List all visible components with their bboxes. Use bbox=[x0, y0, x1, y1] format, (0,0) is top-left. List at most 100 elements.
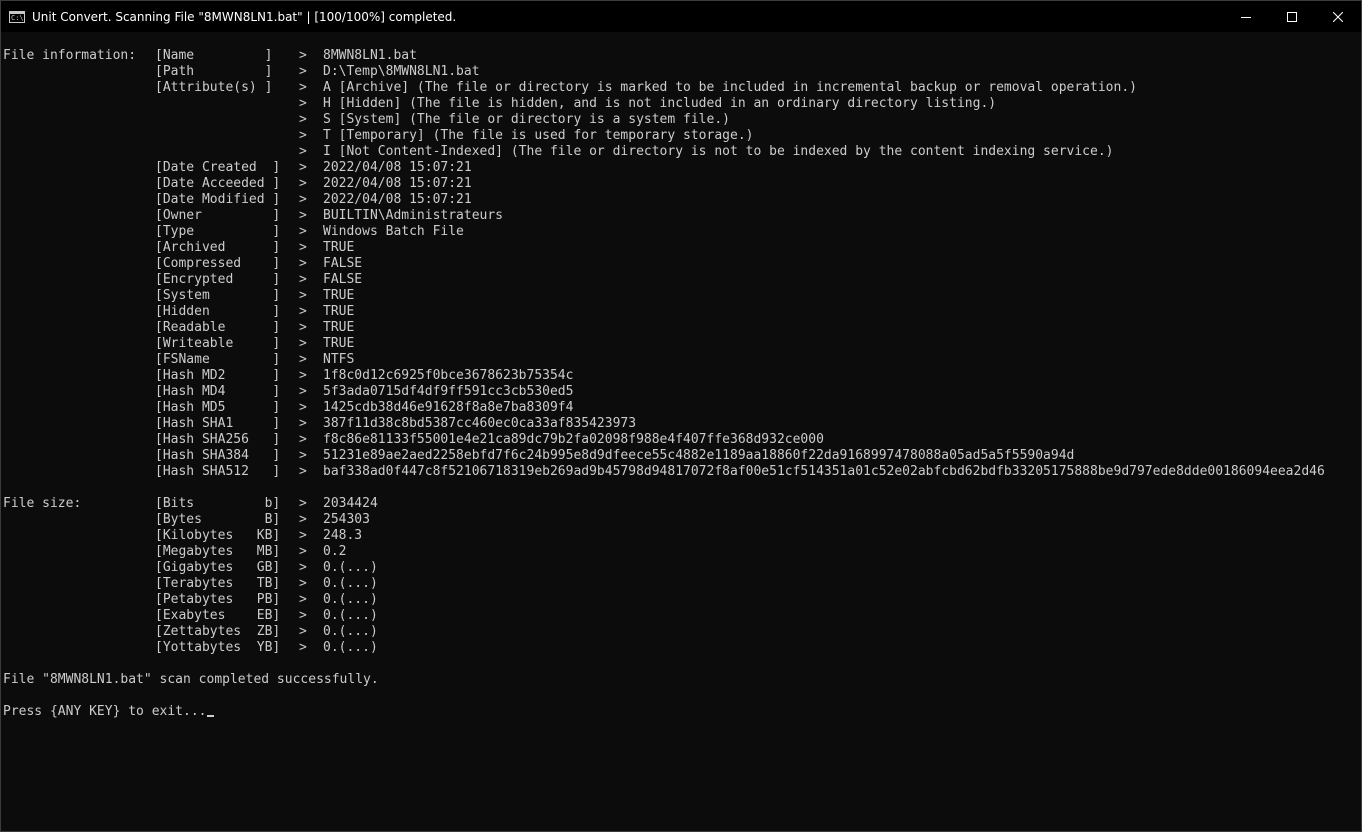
field-separator: > bbox=[299, 304, 307, 319]
field-key: [Path ] bbox=[155, 64, 273, 79]
field-value: FALSE bbox=[323, 256, 363, 271]
console-line: > T [Temporary] (The file is used for tem… bbox=[3, 128, 1361, 144]
console-line: [Encrypted ] > FALSE bbox=[3, 272, 1361, 288]
field-separator: > bbox=[299, 608, 307, 623]
field-separator: > bbox=[299, 528, 307, 543]
field-value: A [Archive] (The file or directory is ma… bbox=[323, 80, 1137, 95]
field-key: [Name ] bbox=[155, 48, 273, 63]
field-key: [Date Modified ] bbox=[155, 192, 281, 207]
console-line: [Petabytes PB] >0.(...) bbox=[3, 592, 1361, 608]
console-line: [Attribute(s) ] > A [Archive] (The file or… bbox=[3, 80, 1361, 96]
field-value: NTFS bbox=[323, 352, 355, 367]
field-separator: > bbox=[299, 496, 307, 511]
field-separator: > bbox=[299, 96, 307, 111]
field-separator: > bbox=[299, 432, 307, 447]
field-separator: > bbox=[299, 320, 307, 335]
field-separator: > bbox=[299, 80, 307, 95]
field-value: 0.(...) bbox=[323, 560, 378, 575]
field-key: [Archived ] bbox=[155, 240, 281, 255]
field-key: [Hash SHA384 ] bbox=[155, 448, 281, 463]
console-line: [Zettabytes ZB] >0.(...) bbox=[3, 624, 1361, 640]
window-controls bbox=[1223, 1, 1361, 32]
field-value: TRUE bbox=[323, 304, 355, 319]
field-value: H [Hidden] (The file is hidden, and is n… bbox=[323, 96, 997, 111]
field-key: [FSName ] bbox=[155, 352, 281, 367]
field-separator: > bbox=[299, 272, 307, 287]
field-key: [Petabytes PB] bbox=[155, 592, 281, 607]
field-separator: > bbox=[299, 384, 307, 399]
field-key: [Owner ] bbox=[155, 208, 281, 223]
field-value: TRUE bbox=[323, 288, 355, 303]
field-value: baf338ad0f447c8f52106718319eb269ad9b4579… bbox=[323, 464, 1325, 479]
field-value: 0.(...) bbox=[323, 576, 378, 591]
field-key: [Attribute(s) ] bbox=[155, 80, 273, 95]
console-line: [Yottabytes YB] >0.(...) bbox=[3, 640, 1361, 656]
field-value: Windows Batch File bbox=[323, 224, 464, 239]
console-line: [Exabytes EB] >0.(...) bbox=[3, 608, 1361, 624]
field-key: [Hash MD2 ] bbox=[155, 368, 281, 383]
field-value: TRUE bbox=[323, 336, 355, 351]
field-value: 0.(...) bbox=[323, 624, 378, 639]
console-line: [Hash SHA512 ] > baf338ad0f447c8f521067183… bbox=[3, 464, 1361, 480]
minimize-button[interactable] bbox=[1223, 1, 1269, 32]
field-separator: > bbox=[299, 336, 307, 351]
field-separator: > bbox=[299, 160, 307, 175]
field-value: 2022/04/08 15:07:21 bbox=[323, 192, 472, 207]
field-separator: > bbox=[299, 144, 307, 159]
console-line: [Path ] > D:\Temp\8MWN8LN1.bat bbox=[3, 64, 1361, 80]
field-key: [Type ] bbox=[155, 224, 281, 239]
field-key: [Bits b] bbox=[155, 496, 281, 511]
console-app-icon[interactable]: C:\. bbox=[9, 10, 25, 23]
console-line: [Kilobytes KB] >248.3 bbox=[3, 528, 1361, 544]
field-value: 8MWN8LN1.bat bbox=[323, 48, 417, 63]
field-separator: > bbox=[299, 208, 307, 223]
field-value: FALSE bbox=[323, 272, 363, 287]
field-key: [Bytes B] bbox=[155, 512, 281, 527]
field-separator: > bbox=[299, 544, 307, 559]
field-separator: > bbox=[299, 192, 307, 207]
field-key: [Encrypted ] bbox=[155, 272, 281, 287]
console-line: [Hidden ] > TRUE bbox=[3, 304, 1361, 320]
field-separator: > bbox=[299, 128, 307, 143]
field-key: [Hash SHA256 ] bbox=[155, 432, 281, 447]
field-key: [Date Acceeded ] bbox=[155, 176, 281, 191]
field-value: 2022/04/08 15:07:21 bbox=[323, 160, 472, 175]
title-bar[interactable]: C:\. Unit Convert. Scanning File "8MWN8L… bbox=[1, 1, 1361, 32]
field-value: 0.2 bbox=[323, 544, 347, 559]
field-separator: > bbox=[299, 112, 307, 127]
maximize-icon bbox=[1287, 11, 1297, 22]
window-title: Unit Convert. Scanning File "8MWN8LN1.ba… bbox=[32, 9, 457, 24]
console-line: [Gigabytes GB] >0.(...) bbox=[3, 560, 1361, 576]
console-line: [Megabytes MB] >0.2 bbox=[3, 544, 1361, 560]
console-line: File information: [Name ] >8MWN8LN1.bat bbox=[3, 48, 1361, 64]
console-line: [System ] > TRUE bbox=[3, 288, 1361, 304]
field-key: [Hidden ] bbox=[155, 304, 281, 319]
field-key: [Terabytes TB] bbox=[155, 576, 281, 591]
console-line: [FSName ] > NTFS bbox=[3, 352, 1361, 368]
console-line: > S [System] (The file or directory is a … bbox=[3, 112, 1361, 128]
close-button[interactable] bbox=[1315, 1, 1361, 32]
field-value: 51231e89ae2aed2258ebfd7f6c24b995e8d9dfee… bbox=[323, 448, 1075, 463]
field-key: [Zettabytes ZB] bbox=[155, 624, 281, 639]
maximize-button[interactable] bbox=[1269, 1, 1315, 32]
field-value: 0.(...) bbox=[323, 592, 378, 607]
console-line: [Hash SHA256 ] > f8c86e81133f55001e4e21ca8… bbox=[3, 432, 1361, 448]
section-label: File information: bbox=[3, 48, 137, 63]
text-cursor bbox=[206, 715, 214, 717]
minimize-icon bbox=[1241, 16, 1251, 18]
field-value: 5f3ada0715df4df9ff591cc3cb530ed5 bbox=[323, 384, 574, 399]
field-value: BUILTIN\Administrateurs bbox=[323, 208, 504, 223]
console-line: File size: [Bits b] >2034424 bbox=[3, 496, 1361, 512]
console-line: [Hash SHA384 ] >51231e89ae2aed2258ebfd7f6… bbox=[3, 448, 1361, 464]
field-value: 2022/04/08 15:07:21 bbox=[323, 176, 472, 191]
field-key: [Writeable ] bbox=[155, 336, 281, 351]
close-icon bbox=[1333, 11, 1343, 22]
field-key: [Readable ] bbox=[155, 320, 281, 335]
field-value: 2034424 bbox=[323, 496, 378, 511]
console-line: [Date Created ] >2022/04/08 15:07:21 bbox=[3, 160, 1361, 176]
console-output[interactable]: File information: [Name ] >8MWN8LN1.bat [Pa… bbox=[3, 48, 1361, 720]
field-value: 387f11d38c8bd5387cc460ec0ca33af835423973 bbox=[323, 416, 637, 431]
field-separator: > bbox=[299, 560, 307, 575]
field-value: 254303 bbox=[323, 512, 370, 527]
